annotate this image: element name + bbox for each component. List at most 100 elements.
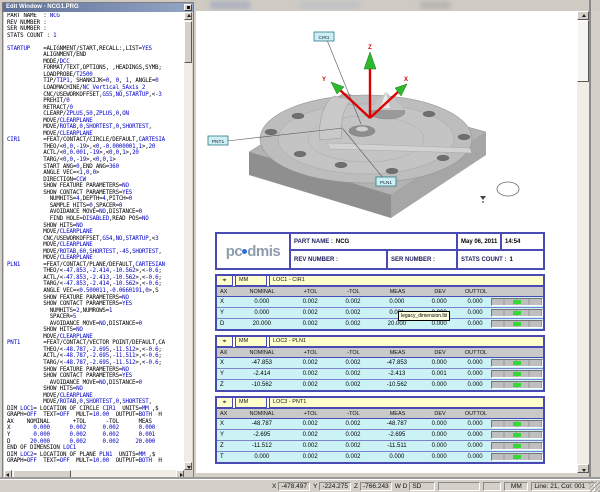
value-cell: 0.000 [459,299,491,305]
graphics-3d-view[interactable]: Z X Y CIR1 PNT1 PLN1 [196,11,577,225]
scroll-down-button[interactable] [184,462,192,470]
feature-label-pnt1[interactable]: PNT1 [208,136,228,145]
scroll-up-button[interactable] [577,11,589,20]
dimension-table: ⌖MMLOC3 - PNT1AXNOMINAL+TOL-TOLMEASDEVOU… [215,396,545,464]
column-header: +TOL [289,411,332,417]
dimension-row: X0.0000.0020.0020.0000.0000.000 [217,297,543,308]
x-axis-label: X [404,77,408,83]
feature-label-text: CIR1 [319,35,330,41]
column-header: AX [217,411,235,417]
x-coord-value: -478.497 [278,482,310,491]
scroll-right-button[interactable] [176,470,184,478]
position-icon: ⌖ [217,337,233,347]
z-axis-label: Z [368,45,372,51]
deviation-bar [491,359,543,367]
vertical-scroll-thumb[interactable] [577,20,589,82]
value-cell: 0.002 [289,299,332,305]
right-pane-scrollbar[interactable] [577,11,589,473]
column-header: DEV [420,350,460,356]
column-header: -TOL [332,289,375,295]
value-cell: 20.000 [374,321,419,327]
y-coord-value: -224.275 [319,482,351,491]
dimension-row: Z-10.5620.0020.002-10.5620.0000.000 [217,380,543,390]
code-line: GRAPH=OFF TEXT=OFF MULT=10.00 OUTPUT=BOT… [7,458,183,465]
value-cell: 0.000 [374,299,419,305]
value-cell: 0.000 [419,432,459,438]
status-empty-cell [483,482,501,491]
value-cell: 0.002 [289,310,332,316]
deviation-bar [491,298,543,306]
value-cell: 0.002 [289,421,332,427]
column-header: OUTTOL [460,350,492,356]
dimension-row: D20.0000.0020.00220.0000.0000.000 [217,319,543,329]
feature-label-cir1[interactable]: CIR1 [314,32,334,41]
edit-vertical-scrollbar[interactable] [184,12,192,470]
deviation-bar [491,442,543,450]
feature-label-pln1[interactable]: PLN1 [376,177,396,186]
scroll-down-button[interactable] [577,464,589,473]
value-cell: 0.000 [459,432,491,438]
deviation-bar [491,309,543,317]
x-coord-label: X [272,483,276,490]
value-cell: 0.002 [332,321,375,327]
deviation-bar [491,370,543,378]
units-label: MM [235,337,267,347]
deviation-bar-cell [491,453,543,461]
horizontal-scroll-thumb[interactable] [13,470,71,478]
edit-window-title: Edit Window - NCG1.PRG [6,4,79,10]
deviation-bar-cell [491,309,543,317]
report-date: May 06, 2011 [458,234,502,251]
deviation-bar-cell [491,298,543,306]
feature-label-text: PNT1 [212,139,225,145]
dimension-row: Y0.0000.0020.0020.0010.0000.000 [217,308,543,319]
column-header: OUTTOL [460,411,492,417]
column-header: NOMINAL [235,289,289,295]
value-cell: 0.000 [459,321,491,327]
scroll-up-button[interactable] [184,12,192,20]
column-header: OUTTOL [460,289,492,295]
value-cell: 0.002 [332,443,375,449]
column-header: NOMINAL [235,411,289,417]
stats-count-cell: STATS COUNT :1 [458,251,543,268]
value-cell: -48.787 [235,421,289,427]
column-header: -TOL [332,411,375,417]
column-header: MEAS [375,289,420,295]
dimension-table: ⌖MMLOC1 - CIR1AXNOMINAL+TOL-TOLMEASDEVOU… [215,274,545,331]
dimension-title: LOC3 - PNT1 [269,398,543,408]
deviation-bar-cell [491,359,543,367]
dimension-row: X-47.8530.0020.002-47.8530.0000.000 [217,358,543,369]
z-coord-label: Z [354,483,358,490]
deviation-bar-cell [491,420,543,428]
edit-window-titlebar[interactable]: Edit Window - NCG1.PRG [3,3,193,12]
axis-cell: Z [217,382,235,388]
value-cell: -2.695 [374,432,419,438]
column-header: AX [217,350,235,356]
resize-grip[interactable] [589,481,600,492]
deviation-bar [491,453,543,461]
edit-horizontal-scrollbar[interactable] [4,470,184,478]
dimension-band: ⌖MMLOC3 - PNT1 [217,398,543,409]
pcdmis-logo: pcdmis [217,234,291,268]
units-indicator: MM [504,482,528,491]
dimension-row: Z-11.5120.0020.002-11.5110.0000.000 [217,441,543,452]
dimension-tables: ⌖MMLOC1 - CIR1AXNOMINAL+TOL-TOLMEASDEVOU… [215,274,545,464]
scroll-left-button[interactable] [4,470,12,478]
vertical-scroll-thumb[interactable] [184,21,192,63]
value-cell: 0.002 [289,432,332,438]
position-icon: ⌖ [217,276,233,286]
value-cell: 0.002 [289,360,332,366]
value-cell: -11.511 [374,443,419,449]
value-cell: -47.853 [235,360,289,366]
edit-code[interactable]: PART NAME : NCGREV NUMBER :SER NUMBER :S… [7,13,183,469]
value-cell: 0.000 [459,371,491,377]
value-cell: 0.000 [374,454,419,460]
report-time: 14:54 [502,234,543,251]
column-header: +TOL [289,289,332,295]
value-cell: 0.000 [235,299,289,305]
value-cell: 0.000 [419,454,459,460]
edit-window-restore-button[interactable] [184,4,192,11]
deviation-bar [491,381,543,389]
z-coord-value: -766.243 [360,482,392,491]
column-header: DEV [420,411,460,417]
value-cell: -48.787 [374,421,419,427]
